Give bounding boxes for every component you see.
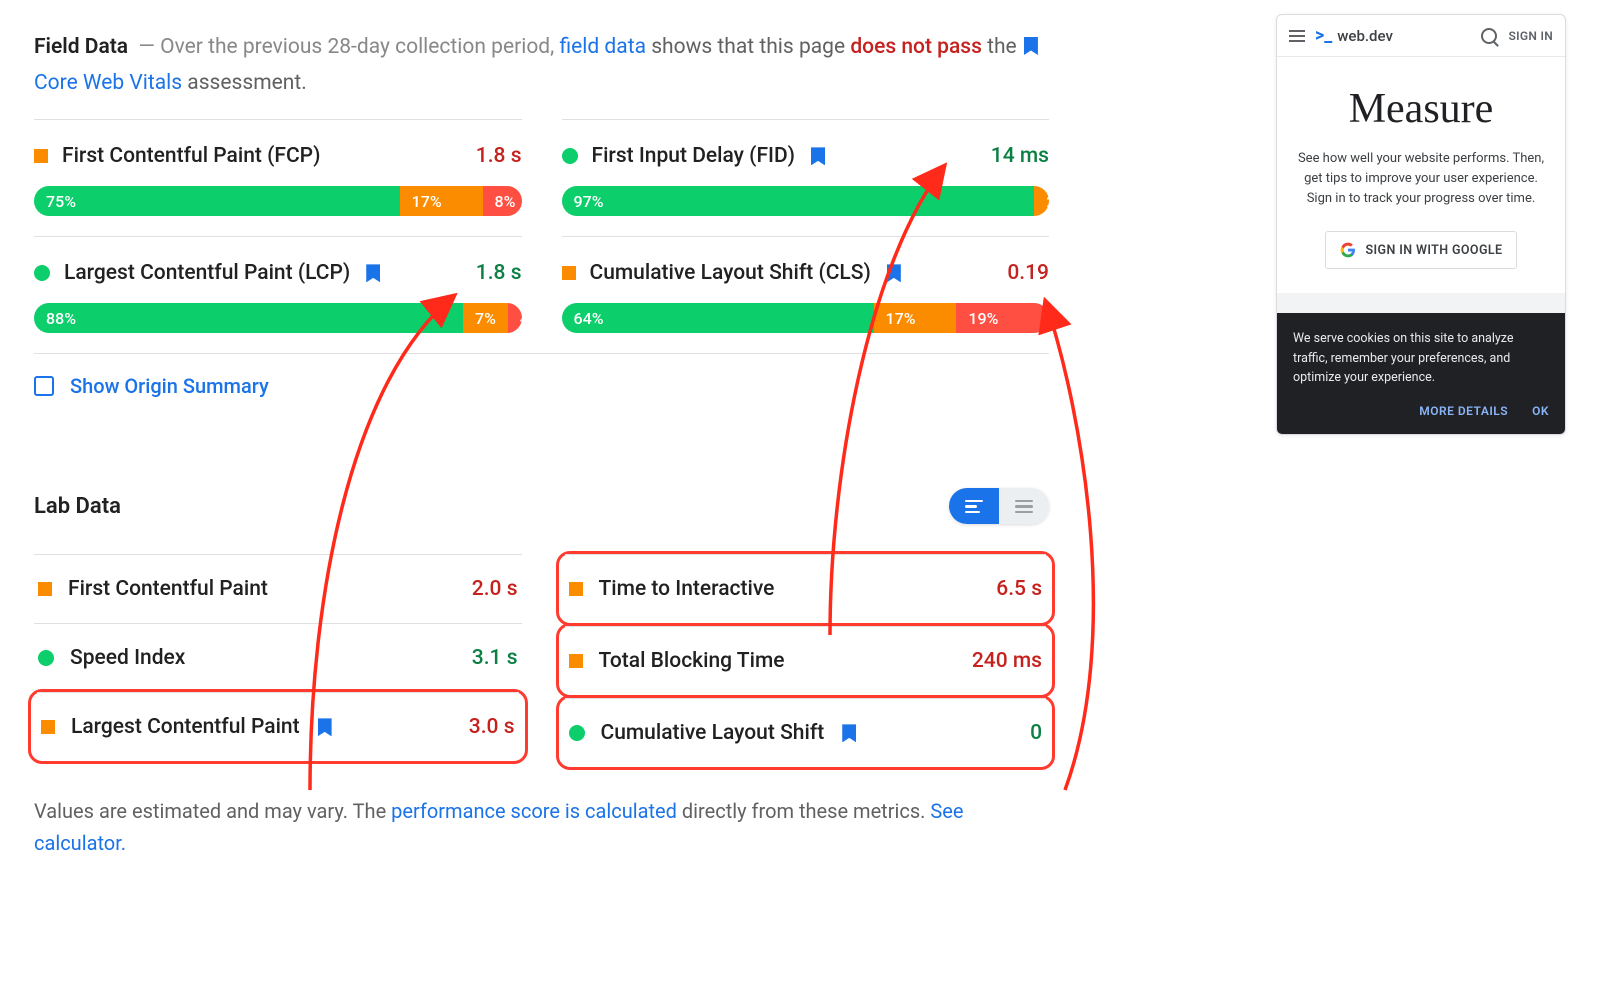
signin-google-button[interactable]: SIGN IN WITH GOOGLE	[1325, 231, 1518, 269]
lab-metric-row: Speed Index 3.1 s	[34, 623, 522, 692]
field-metric: Largest Contentful Paint (LCP) 1.8 s 88%…	[34, 236, 522, 353]
metric-name: Cumulative Layout Shift (CLS)	[590, 261, 871, 285]
footer-note: Values are estimated and may vary. The p…	[34, 795, 964, 859]
dist-segment: 8%	[483, 186, 522, 216]
metric-value: 1.8 s	[476, 261, 522, 285]
view-toggle-right[interactable]	[999, 488, 1049, 524]
search-icon[interactable]	[1481, 28, 1497, 44]
core-web-vitals-link[interactable]: Core Web Vitals	[34, 71, 182, 95]
lab-metric-row: Time to Interactive 6.5 s	[565, 554, 1047, 623]
lab-metric-value: 240 ms	[972, 649, 1042, 673]
lab-metric-name: First Contentful Paint	[68, 577, 268, 601]
dist-segment: 7%	[463, 303, 508, 333]
highlight-box: Time to Interactive 6.5 s	[556, 551, 1056, 626]
dist-segment: 4%	[508, 303, 522, 333]
bookmark-icon	[318, 718, 332, 736]
webdev-logo[interactable]: >_web.dev	[1315, 25, 1393, 46]
dist-segment: 2%	[1034, 186, 1049, 216]
view-toggle[interactable]	[949, 488, 1049, 524]
lab-metric-value: 3.1 s	[472, 646, 518, 670]
highlight-box: Total Blocking Time 240 ms	[556, 623, 1056, 698]
lab-metric-name: Total Blocking Time	[599, 649, 785, 673]
orange-square-icon	[41, 720, 55, 734]
green-dot-icon	[562, 148, 578, 164]
green-dot-icon	[34, 265, 50, 281]
dist-segment: 97%	[562, 186, 1035, 216]
dist-segment: 19%	[956, 303, 1049, 333]
green-dot-icon	[569, 725, 585, 741]
field-metric: First Input Delay (FID) 14 ms 97%2%1%	[562, 119, 1050, 236]
bookmark-icon	[1024, 37, 1038, 55]
measure-heading: Measure	[1295, 85, 1547, 133]
field-data-link[interactable]: field data	[560, 35, 647, 59]
lab-metric-value: 2.0 s	[472, 577, 518, 601]
orange-square-icon	[569, 654, 583, 668]
lab-metric-name: Time to Interactive	[599, 577, 775, 601]
field-data-label: Field Data	[34, 35, 128, 59]
lab-metric-name: Cumulative Layout Shift	[601, 721, 825, 745]
bookmark-icon	[887, 264, 901, 282]
lab-metric-row: First Contentful Paint 2.0 s	[34, 554, 522, 623]
lab-metric-name: Largest Contentful Paint	[71, 715, 300, 739]
perf-score-link[interactable]: performance score is calculated	[391, 799, 677, 823]
lab-data-title: Lab Data	[34, 494, 121, 519]
bookmark-icon	[811, 147, 825, 165]
bookmark-icon	[366, 264, 380, 282]
field-metric: First Contentful Paint (FCP) 1.8 s 75%17…	[34, 119, 522, 236]
dist-segment: 17%	[874, 303, 957, 333]
orange-square-icon	[569, 582, 583, 596]
dist-segment: 17%	[400, 186, 483, 216]
orange-square-icon	[38, 582, 52, 596]
lab-metric-row: Largest Contentful Paint 3.0 s	[37, 692, 519, 761]
distribution-bar: 75%17%8%	[34, 186, 522, 216]
green-dot-icon	[38, 650, 54, 666]
distribution-bar: 97%2%1%	[562, 186, 1050, 216]
field-metric: Cumulative Layout Shift (CLS) 0.19 64%17…	[562, 236, 1050, 353]
distribution-bar: 64%17%19%	[562, 303, 1050, 333]
highlight-box: Largest Contentful Paint 3.0 s	[28, 689, 528, 764]
metric-name: First Input Delay (FID)	[592, 144, 796, 168]
field-data-intro: Field Data — Over the previous 28-day co…	[34, 30, 1049, 101]
orange-square-icon	[34, 149, 48, 163]
bookmark-icon	[842, 724, 856, 742]
metric-name: First Contentful Paint (FCP)	[62, 144, 320, 168]
lab-metric-row: Total Blocking Time 240 ms	[565, 626, 1047, 695]
menu-icon[interactable]	[1289, 30, 1305, 42]
metric-name: Largest Contentful Paint (LCP)	[64, 261, 350, 285]
more-details-link[interactable]: MORE DETAILS	[1419, 402, 1508, 421]
show-origin-summary[interactable]: Show Origin Summary	[34, 353, 1049, 418]
lab-metric-value: 0	[1030, 721, 1042, 745]
highlight-box: Cumulative Layout Shift 0	[556, 695, 1056, 770]
metric-value: 0.19	[1007, 261, 1049, 285]
dist-segment: 64%	[562, 303, 874, 333]
metric-value: 14 ms	[991, 144, 1049, 168]
lab-metric-row: Cumulative Layout Shift 0	[565, 698, 1047, 767]
signin-link[interactable]: SIGN IN	[1509, 29, 1553, 43]
lab-metric-value: 6.5 s	[996, 577, 1042, 601]
dist-segment: 88%	[34, 303, 463, 333]
measure-description: See how well your website performs. Then…	[1295, 149, 1547, 209]
cookie-banner: We serve cookies on this site to analyze…	[1277, 313, 1565, 434]
dist-segment: 75%	[34, 186, 400, 216]
webdev-panel: >_web.dev SIGN IN Measure See how well y…	[1276, 14, 1566, 435]
checkbox-icon[interactable]	[34, 376, 54, 396]
google-icon	[1340, 242, 1356, 258]
view-toggle-left[interactable]	[949, 488, 999, 524]
distribution-bar: 88%7%4%	[34, 303, 522, 333]
orange-square-icon	[562, 266, 576, 280]
lab-metric-name: Speed Index	[70, 646, 185, 670]
does-not-pass: does not pass	[850, 35, 982, 59]
cookie-ok-button[interactable]: OK	[1532, 402, 1549, 421]
lab-metric-value: 3.0 s	[469, 715, 515, 739]
metric-value: 1.8 s	[476, 144, 522, 168]
